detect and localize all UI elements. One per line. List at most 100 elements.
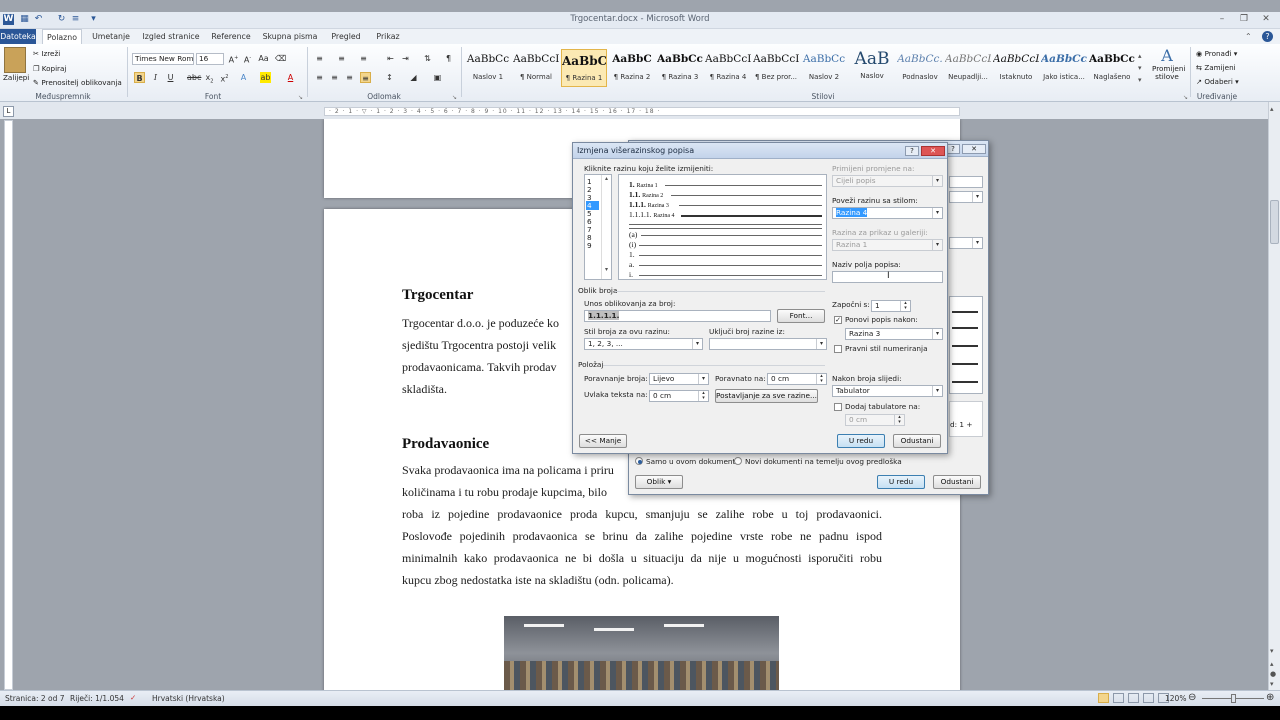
style-item[interactable]: AaBbCcI ¶ Bez pror... xyxy=(753,49,799,87)
styles-scroll-icon[interactable]: ▴ ▾ ▾ xyxy=(1138,50,1142,86)
shrink-font-icon[interactable]: A- xyxy=(242,53,253,65)
highlight-icon[interactable]: ab xyxy=(260,72,271,83)
vertical-scrollbar[interactable]: ▴ ▾ ▴ ● ▾ xyxy=(1268,102,1280,690)
bullets-icon[interactable]: ≡ xyxy=(314,53,325,64)
back-dialog-close-icon[interactable]: ✕ xyxy=(962,144,986,154)
decrease-indent-icon[interactable]: ⇤ xyxy=(385,53,396,64)
radio-new-documents[interactable] xyxy=(734,457,742,465)
zoom-slider-thumb[interactable] xyxy=(1231,694,1236,703)
next-page-icon[interactable]: ▾ xyxy=(1270,680,1274,688)
tab-view[interactable]: Prikaz xyxy=(372,29,404,44)
paragraph-dialog-launcher-icon[interactable]: ↘ xyxy=(452,94,457,101)
word-count[interactable]: Riječi: 1/1.054 xyxy=(70,694,124,703)
format-painter-button[interactable]: ✎ Prenositelj oblikovanja xyxy=(33,78,122,87)
font-button[interactable]: Font... xyxy=(777,309,825,323)
show-marks-icon[interactable]: ¶ xyxy=(443,53,454,64)
justify-icon[interactable]: ≡ xyxy=(360,72,371,83)
number-format-input[interactable]: 1.1.1.1. xyxy=(584,310,771,322)
zoom-in-icon[interactable]: ⊕ xyxy=(1266,692,1274,703)
restart-after-combo[interactable]: Razina 3 ▾ xyxy=(845,328,943,340)
add-tab-stop-spinner[interactable]: 0 cm ▴ ▾ xyxy=(845,414,905,426)
level-listbox[interactable]: 1 2 3 4 5 6 7 8 9 ▴ ▾ xyxy=(584,174,612,280)
zoom-out-icon[interactable]: ⊖ xyxy=(1188,692,1196,703)
style-item[interactable]: AaB Naslov xyxy=(849,49,895,87)
back-dialog-field[interactable]: ▾ xyxy=(949,237,983,249)
line-spacing-icon[interactable]: ↕ xyxy=(384,72,395,83)
style-item[interactable]: AaBbCcI ¶ Normal xyxy=(513,49,559,87)
styles-dialog-launcher-icon[interactable]: ↘ xyxy=(1183,94,1188,101)
scroll-down-icon[interactable]: ▾ xyxy=(1270,647,1274,655)
ok-button[interactable]: U redu xyxy=(837,434,885,448)
outline-view-icon[interactable] xyxy=(1143,693,1154,703)
alignment-combo[interactable]: Lijevo ▾ xyxy=(649,373,709,385)
language[interactable]: Hrvatski (Hrvatska) xyxy=(152,694,225,703)
restore-icon[interactable]: ❐ xyxy=(1237,14,1251,25)
align-center-icon[interactable]: ≡ xyxy=(329,72,340,83)
text-indent-spinner[interactable]: 0 cm ▴ ▾ xyxy=(649,390,709,402)
dialog-help-icon[interactable]: ? xyxy=(905,146,919,156)
multilevel-list-icon[interactable]: ≡ xyxy=(358,53,369,64)
less-button[interactable]: << Manje xyxy=(579,434,627,448)
tab-insert[interactable]: Umetanje xyxy=(88,29,134,44)
start-at-spinner[interactable]: 1 ▴ ▾ xyxy=(871,300,911,312)
aligned-at-spinner[interactable]: 0 cm ▴ ▾ xyxy=(767,373,827,385)
dialog-close-icon[interactable]: ✕ xyxy=(921,146,945,156)
back-ok-button[interactable]: U redu xyxy=(877,475,925,489)
change-styles-button[interactable]: A Promijeni stilove xyxy=(1152,46,1185,81)
style-item[interactable]: AaBbCc. Podnaslov xyxy=(897,49,943,87)
tab-review[interactable]: Pregled xyxy=(326,29,366,44)
set-for-all-levels-button[interactable]: Postavljanje za sve razine... xyxy=(715,389,818,403)
browse-object-icon[interactable]: ● xyxy=(1270,670,1276,678)
minimize-icon[interactable]: – xyxy=(1215,14,1229,25)
close-icon[interactable]: ✕ xyxy=(1259,14,1273,25)
help-icon[interactable]: ? xyxy=(1262,31,1273,42)
follow-number-combo[interactable]: Tabulator ▾ xyxy=(832,385,943,397)
select-button[interactable]: ↗ Odaberi ▾ xyxy=(1196,77,1239,86)
style-item[interactable]: AaBbCc Naslov 2 xyxy=(801,49,847,87)
align-right-icon[interactable]: ≡ xyxy=(344,72,355,83)
web-layout-view-icon[interactable] xyxy=(1128,693,1139,703)
back-dialog-help-icon[interactable]: ? xyxy=(946,144,960,154)
add-tab-stop-checkbox[interactable] xyxy=(834,403,842,411)
tab-references[interactable]: Reference xyxy=(208,29,254,44)
align-left-icon[interactable]: ≡ xyxy=(314,72,325,83)
style-item-selected[interactable]: AaBbC ¶ Razina 1 xyxy=(561,49,607,87)
style-item[interactable]: AaBbCc Naslov 1 xyxy=(465,49,511,87)
previous-page-icon[interactable]: ▴ xyxy=(1270,660,1274,668)
print-layout-view-icon[interactable] xyxy=(1098,693,1109,703)
clear-format-icon[interactable]: ⌫ xyxy=(275,53,286,64)
strikethrough-icon[interactable]: abc xyxy=(187,72,201,83)
format-button[interactable]: Oblik ▾ xyxy=(635,475,683,489)
back-cancel-button[interactable]: Odustani xyxy=(933,475,981,489)
level-item[interactable]: 9 xyxy=(587,241,592,250)
gallery-level-combo[interactable]: Razina 1 ▾ xyxy=(832,239,943,251)
tab-page-layout[interactable]: Izgled stranice xyxy=(140,29,202,44)
horizontal-ruler[interactable]: · 2 · 1 · ▽ · 1 · 2 · 3 · 4 · 5 · 6 · 7 … xyxy=(324,107,960,116)
subscript-icon[interactable]: x2 xyxy=(204,72,215,85)
style-item[interactable]: AaBbCcI ¶ Razina 3 xyxy=(657,49,703,87)
style-item[interactable]: AaBbCcDJako istica... xyxy=(1041,49,1087,87)
style-item[interactable]: AaBbCcD Neupadlji... xyxy=(945,49,991,87)
paste-button[interactable]: Zalijepi xyxy=(3,73,29,82)
radio-only-this-document[interactable] xyxy=(635,457,643,465)
number-style-combo[interactable]: 1, 2, 3, ... ▾ xyxy=(584,338,703,350)
font-name-combo[interactable]: Times New Rom xyxy=(132,53,194,65)
font-size-combo[interactable]: 16 xyxy=(196,53,224,65)
italic-icon[interactable]: I xyxy=(150,72,161,83)
tab-selector-icon[interactable]: L xyxy=(3,106,14,117)
scroll-up-icon[interactable]: ▴ xyxy=(1270,105,1274,113)
style-item[interactable]: AaBbCcI ¶ Razina 4 xyxy=(705,49,751,87)
cut-button[interactable]: ✂ Izreži xyxy=(33,49,60,58)
level-scrollbar[interactable]: ▴ ▾ xyxy=(601,175,611,279)
vertical-ruler[interactable] xyxy=(4,120,13,690)
zoom-level[interactable]: 120% xyxy=(1165,694,1186,703)
back-dialog-field[interactable]: ▾ xyxy=(949,191,983,203)
paste-icon[interactable] xyxy=(4,47,26,73)
replace-button[interactable]: ⇆ Zamijeni xyxy=(1196,63,1236,72)
borders-icon[interactable]: ▣ xyxy=(432,72,443,83)
apply-to-combo[interactable]: Cijeli popis ▾ xyxy=(832,175,943,187)
full-screen-view-icon[interactable] xyxy=(1113,693,1124,703)
link-style-combo[interactable]: Razina 4 ▾ xyxy=(832,207,943,219)
store-photo[interactable] xyxy=(504,616,779,690)
scroll-thumb[interactable] xyxy=(1270,200,1279,244)
